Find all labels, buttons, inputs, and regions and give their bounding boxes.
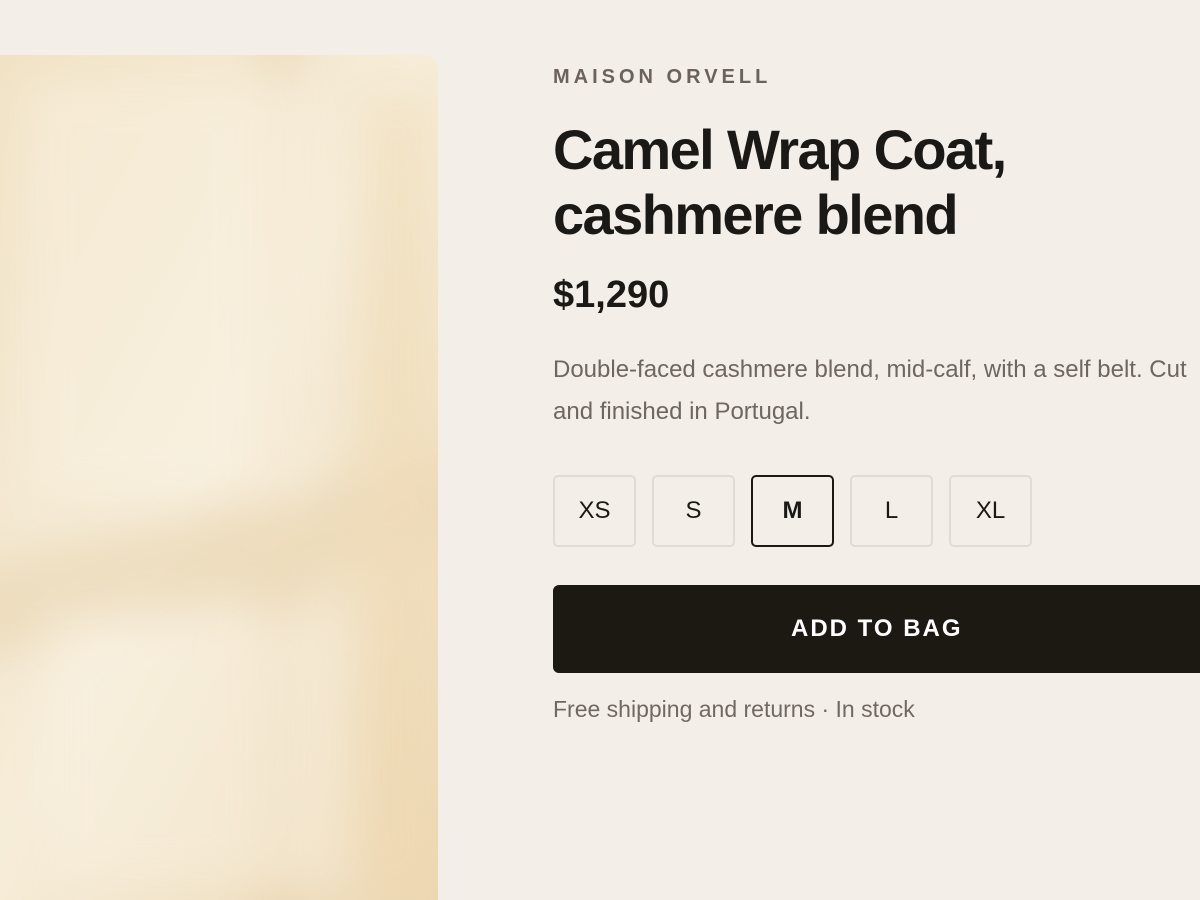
size-option-xs[interactable]: XS [553, 475, 636, 547]
product-price: $1,290 [553, 274, 670, 316]
brand-name: MAISON ORVELL [553, 66, 772, 88]
product-image[interactable] [0, 55, 438, 900]
product-details: MAISON ORVELL Camel Wrap Coat, cashmere … [553, 0, 1200, 900]
size-option-s[interactable]: S [652, 475, 735, 547]
product-title: Camel Wrap Coat, cashmere blend [553, 118, 1007, 246]
coat-product-image [0, 55, 438, 900]
size-option-l[interactable]: L [850, 475, 933, 547]
size-option-m[interactable]: M [751, 475, 834, 547]
size-option-xl[interactable]: XL [949, 475, 1032, 547]
product-description: Double-faced cashmere blend, mid-calf, w… [553, 356, 1187, 425]
add-to-bag-button[interactable]: ADD TO BAG [553, 585, 1200, 673]
shipping-status: Free shipping and returns · In stock [553, 696, 915, 722]
product-page: MAISON ORVELL Camel Wrap Coat, cashmere … [0, 0, 1200, 900]
size-selector: XS S M L XL [553, 475, 1032, 547]
